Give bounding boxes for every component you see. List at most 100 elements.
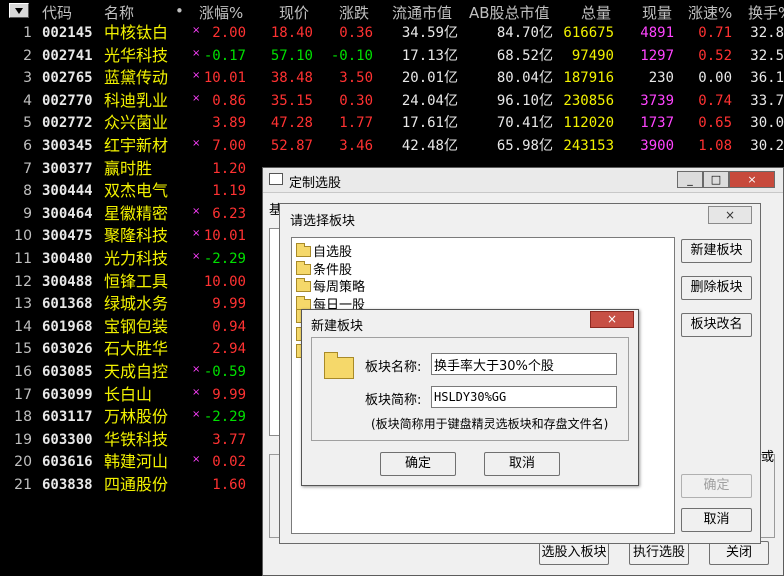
stock-code: 603300 [42, 431, 93, 448]
table-row[interactable]: 6 300345 红宇新材 × 7.00 52.87 3.46 42.48亿 65.98亿 243… [0, 135, 784, 157]
chg-pct-cell: 1.20 [212, 160, 246, 177]
list-item[interactable]: 每日一股 [296, 294, 365, 313]
col-speed[interactable]: 涨速% [688, 2, 732, 23]
chg-pct-cell: 2.94 [212, 341, 246, 358]
folder-icon [324, 352, 354, 379]
abbr-hint-text: (板块简称用于键盘精灵选板块和存盘文件名) [371, 417, 609, 431]
dialog-titlebar: 定制选股 _ □ × [263, 168, 783, 193]
new-block-cancel-button[interactable]: 取消 [484, 452, 560, 476]
choose-ok-button[interactable]: 确定 [681, 474, 752, 498]
row-index: 1 [23, 25, 32, 41]
stock-code: 002765 [42, 70, 93, 87]
stock-name: 众兴菌业 [104, 113, 169, 133]
stock-name: 绿城水务 [104, 294, 169, 314]
chg-pct-cell: 10.00 [203, 273, 246, 290]
row-index: 8 [23, 183, 32, 200]
list-item[interactable]: 条件股 [296, 259, 352, 278]
col-turnover[interactable]: 换手% [748, 2, 784, 23]
block-abbr-input[interactable] [431, 386, 617, 408]
stock-code: 300475 [42, 228, 93, 245]
table-header: 代码 名称 • 涨幅% 现价 涨跌 流通市值 AB股总市值 总量 现量 涨速% … [0, 0, 784, 22]
stock-code: 300377 [42, 160, 93, 177]
close-button[interactable]: × [729, 171, 775, 188]
stock-name: 万林股份 [104, 407, 169, 427]
table-row[interactable]: 4 002770 科迪乳业 × 0.86 35.15 0.30 24.04亿 96.10亿 230… [0, 90, 784, 112]
row-index: 4 [23, 92, 32, 109]
row-index: 9 [23, 205, 32, 222]
chg-pct-cell: 1.60 [212, 477, 246, 493]
chg-cell: -0.10 [330, 47, 373, 64]
stock-name: 蓝黛传动 [104, 68, 169, 88]
app-icon [269, 173, 283, 185]
folder-icon [296, 295, 311, 310]
stock-name: 光力科技 [104, 249, 169, 268]
table-row[interactable]: 3 002765 蓝黛传动 × 10.01 38.48 3.50 20.01亿 80.04亿 18… [0, 67, 784, 89]
col-mark[interactable]: • [175, 2, 184, 20]
new-block-button[interactable]: 新建板块 [681, 239, 752, 263]
chg-cell: 3.50 [339, 70, 373, 87]
table-row[interactable]: 1 002145 中核钛白 × 2.00 18.40 0.36 34.59亿 84.70亿 616… [0, 22, 784, 44]
row-index: 12 [14, 273, 32, 290]
col-current-vol[interactable]: 现量 [642, 2, 672, 23]
stock-name: 星徽精密 [104, 203, 169, 223]
stock-name: 宝钢包装 [104, 316, 169, 336]
chg-pct-cell: 6.23 [212, 205, 246, 222]
sort-toggle-button[interactable] [9, 3, 29, 18]
row-index: 21 [14, 477, 32, 493]
row-index: 17 [14, 386, 32, 403]
float-cap-cell: 24.04亿 [401, 92, 458, 109]
maximize-button[interactable]: □ [703, 171, 729, 188]
col-float-cap[interactable]: 流通市值 [392, 2, 452, 23]
new-block-close-button[interactable]: × [590, 311, 634, 328]
list-item[interactable]: 每周策略 [296, 276, 365, 295]
col-total-cap[interactable]: AB股总市值 [469, 2, 550, 23]
row-index: 14 [14, 318, 32, 335]
execute-select-button[interactable]: 执行选股 [629, 541, 689, 565]
row-index: 20 [14, 454, 32, 471]
close-dialog-button[interactable]: 关闭 [709, 541, 769, 565]
choose-cancel-button[interactable]: 取消 [681, 508, 752, 532]
table-row[interactable]: 5 002772 众兴菌业 3.89 47.28 1.77 17.61亿 70.41亿 1120… [0, 112, 784, 134]
stock-name: 科迪乳业 [104, 90, 169, 110]
new-block-dialog: 新建板块 × 板块名称: 板块简称: (板块简称用于键盘精灵选板块和存盘文件名)… [301, 309, 639, 486]
stock-code: 603099 [42, 386, 93, 403]
row-index: 19 [14, 431, 32, 448]
choose-block-close-button[interactable]: × [708, 206, 752, 224]
col-price[interactable]: 现价 [279, 2, 309, 23]
row-index: 7 [23, 160, 32, 177]
col-code[interactable]: 代码 [42, 2, 72, 23]
block-abbr-label: 板块简称: [365, 393, 422, 408]
col-volume[interactable]: 总量 [581, 2, 611, 23]
chg-cell: 0.30 [339, 92, 373, 109]
stock-code: 601968 [42, 318, 93, 335]
turnover-cell: 33.7 [750, 92, 784, 109]
delete-block-button[interactable]: 删除板块 [681, 276, 752, 300]
minimize-button[interactable]: _ [677, 171, 703, 188]
add-to-block-button[interactable]: 选股入板块 [539, 541, 609, 565]
stock-name: 长白山 [104, 384, 153, 404]
stock-code: 300488 [42, 273, 93, 290]
rename-block-button[interactable]: 板块改名 [681, 313, 752, 337]
block-name-input[interactable] [431, 353, 617, 375]
chg-pct-cell: 9.99 [212, 386, 246, 403]
stock-name: 中核钛白 [104, 23, 169, 42]
stock-code: 601368 [42, 296, 93, 313]
col-chg[interactable]: 涨跌 [339, 2, 369, 23]
float-cap-cell: 17.61亿 [401, 115, 458, 132]
stock-name: 天成自控 [104, 362, 169, 381]
col-chg-pct[interactable]: 涨幅% [199, 2, 243, 23]
table-row[interactable]: 2 002741 光华科技 × -0.17 57.10 -0.10 17.13亿 68.52亿 9… [0, 45, 784, 67]
list-item[interactable]: 自选股 [296, 241, 352, 260]
float-cap-cell: 20.01亿 [401, 70, 458, 87]
stock-code: 002770 [42, 92, 93, 109]
folder-icon [296, 278, 311, 292]
chg-pct-cell: -2.29 [203, 409, 246, 426]
new-block-ok-button[interactable]: 确定 [380, 452, 456, 476]
turnover-cell: 30.0 [750, 115, 784, 132]
new-block-title: 新建板块 [311, 319, 364, 334]
chg-pct-cell: 10.01 [203, 228, 246, 245]
chg-pct-cell: -2.29 [203, 251, 246, 267]
col-name[interactable]: 名称 [104, 2, 134, 23]
row-index: 15 [14, 341, 32, 358]
row-index: 18 [14, 409, 32, 426]
